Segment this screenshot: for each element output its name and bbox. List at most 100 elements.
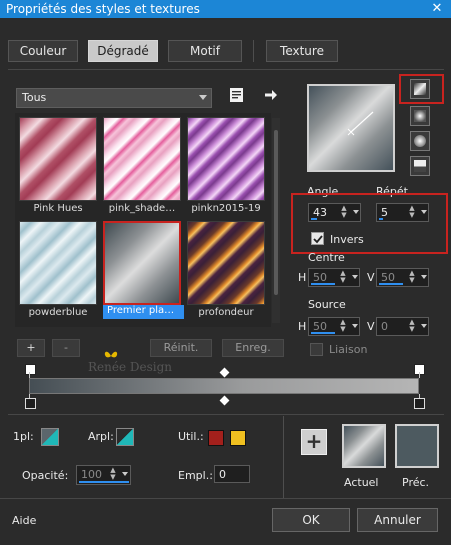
remove-preset-button[interactable]: - (52, 339, 80, 357)
gallery-item-label: pinkn2015-19 (191, 203, 261, 214)
current-label: Actuel (344, 476, 379, 489)
gradient-stop-marker[interactable] (25, 364, 36, 375)
spin-arrows-icon[interactable]: ▲ ▼ (407, 270, 417, 285)
chevron-down-icon[interactable] (421, 275, 427, 279)
spin-arrows-icon[interactable]: ▲ ▼ (108, 467, 118, 482)
first-plan-swatch[interactable] (41, 428, 59, 446)
empl-input[interactable]: 0 (214, 465, 250, 483)
invert-label: Invers (330, 233, 364, 246)
gallery-item-label: Pink Hues (33, 203, 83, 214)
preset-category-select[interactable]: Tous (16, 88, 212, 108)
radial-style-button[interactable] (410, 156, 430, 176)
gradient-stop-marker[interactable] (414, 398, 425, 409)
gallery-item-label: powderblue (28, 307, 88, 318)
reset-button[interactable]: Réinit. (150, 339, 212, 357)
tab-motif[interactable]: Motif (168, 40, 242, 62)
preset-category-value: Tous (22, 91, 47, 104)
add-preset-button[interactable]: + (17, 339, 45, 357)
spin-arrows-icon[interactable]: ▲ ▼ (338, 319, 348, 334)
chevron-down-icon[interactable] (421, 324, 427, 328)
ok-button[interactable]: OK (272, 508, 350, 532)
chevron-down-icon[interactable] (353, 210, 359, 214)
source-h-level-bar (311, 332, 335, 334)
gallery-item-label-selected: Premier pla… (103, 305, 184, 319)
source-v-input[interactable]: 0 ▲ ▼ (376, 317, 429, 336)
empl-value: 0 (219, 468, 226, 481)
invert-checkbox[interactable] (311, 232, 324, 245)
tabs-divider (8, 69, 444, 70)
utility-label: Util.: (178, 430, 204, 443)
help-link[interactable]: Aide (12, 514, 36, 527)
gallery-item-pink-shade[interactable] (103, 117, 181, 201)
source-v-label: V (367, 320, 375, 333)
watermark: Renée Design (88, 360, 173, 374)
center-h-label: H (298, 271, 307, 284)
previous-label: Préc. (402, 476, 430, 489)
repeat-input[interactable]: 5 ▲ ▼ (376, 203, 429, 222)
divider (283, 416, 284, 498)
tab-degrade[interactable]: Dégradé (88, 40, 158, 62)
source-v-value: 0 (381, 320, 388, 333)
current-material-swatch[interactable] (342, 424, 386, 468)
chevron-down-icon[interactable] (352, 275, 358, 279)
chevron-down-icon[interactable] (122, 472, 128, 476)
gradient-stop-marker[interactable] (25, 398, 36, 409)
angle-input[interactable]: 43 ▲ ▼ (308, 203, 361, 222)
gallery-item-powderblue[interactable] (19, 221, 97, 305)
center-label: Centre (308, 251, 345, 264)
spin-arrows-icon[interactable]: ▲ ▼ (339, 205, 349, 220)
gradient-preview[interactable] (307, 84, 395, 172)
gallery-item-profondeur[interactable] (187, 221, 265, 305)
center-h-input[interactable]: 50 ▲ ▼ (308, 268, 360, 287)
chevron-down-icon (199, 95, 207, 100)
tab-couleur[interactable]: Couleur (8, 40, 78, 62)
previous-material-swatch[interactable] (395, 424, 439, 468)
divider (8, 414, 444, 415)
rectangular-style-button[interactable] (410, 106, 430, 126)
chevron-down-icon[interactable] (421, 210, 427, 214)
sunburst-style-button[interactable] (410, 131, 430, 151)
gallery-scroll-thumb[interactable] (274, 130, 278, 295)
window-title: Propriétés des styles et textures (6, 2, 200, 16)
center-v-input[interactable]: 50 ▲ ▼ (376, 268, 429, 287)
opacity-label: Opacité: (22, 469, 69, 482)
utility-color-1-swatch[interactable] (208, 430, 224, 446)
gradient-editor-bar[interactable] (29, 378, 419, 394)
arrow-right-icon[interactable] (263, 87, 279, 103)
gallery-item-premier-plan[interactable] (103, 221, 181, 305)
utility-color-2-swatch[interactable] (230, 430, 246, 446)
divider (0, 498, 451, 499)
spin-arrows-icon[interactable]: ▲ ▼ (338, 270, 348, 285)
gradient-stop-line (419, 372, 420, 378)
opacity-input[interactable]: 100 ▲ ▼ (76, 465, 131, 485)
gradient-midpoint-marker[interactable] (219, 367, 230, 378)
gallery-item-pink-hues[interactable] (19, 117, 97, 201)
tab-divider (253, 40, 254, 62)
spin-arrows-icon[interactable]: ▲ ▼ (407, 205, 417, 220)
arrow-plan-swatch[interactable] (116, 428, 134, 446)
gallery-item-pinkn2015[interactable] (187, 117, 265, 201)
close-button[interactable]: ✕ (424, 0, 450, 18)
tab-texture[interactable]: Texture (266, 40, 338, 62)
save-preset-button[interactable]: Enreg. (222, 339, 284, 357)
linear-style-button[interactable] (410, 79, 430, 99)
angle-handle-icon[interactable] (345, 108, 379, 138)
link-label: Liaison (329, 343, 368, 356)
source-h-label: H (298, 320, 307, 333)
center-v-label: V (367, 271, 375, 284)
arrow-plan-label: Arpl: (88, 430, 114, 443)
cancel-button[interactable]: Annuler (357, 508, 438, 532)
preset-library-icon[interactable] (229, 87, 245, 103)
radial-gradient-icon (414, 160, 426, 172)
link-checkbox[interactable] (310, 343, 323, 356)
gradient-midpoint-marker[interactable] (219, 395, 230, 406)
checkmark-icon (313, 235, 323, 244)
add-swatch-button[interactable]: + (301, 429, 327, 455)
opacity-level-bar (79, 481, 129, 483)
source-h-input[interactable]: 50 ▲ ▼ (308, 317, 360, 336)
center-v-level-bar (379, 283, 403, 285)
chevron-down-icon[interactable] (352, 324, 358, 328)
rectangular-gradient-icon (414, 110, 426, 122)
first-plan-label: 1pl: (13, 430, 34, 443)
spin-arrows-icon[interactable]: ▲ ▼ (407, 319, 417, 334)
